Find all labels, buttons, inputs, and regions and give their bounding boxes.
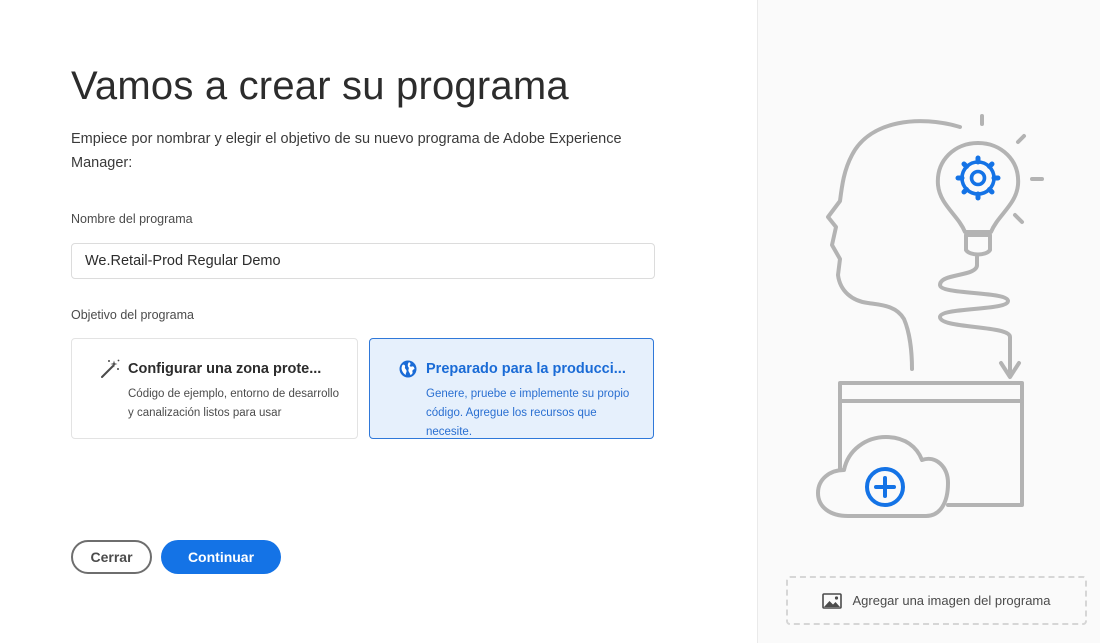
program-name-input[interactable] [71,243,655,279]
goal-option-description: Código de ejemplo, entorno de desarrollo… [128,388,339,419]
add-program-image-button[interactable]: Agregar una imagen del programa [786,576,1087,625]
page-title: Vamos a crear su programa [71,64,569,108]
continue-button[interactable]: Continuar [161,540,281,574]
goal-option-title: Configurar una zona prote... [128,361,322,377]
goal-option-description: Genere, pruebe e implemente su propio có… [426,388,630,438]
magic-wand-icon [100,359,120,379]
program-name-label: Nombre del programa [71,212,193,226]
add-image-label: Agregar una imagen del programa [852,593,1051,608]
globe-icon [398,359,418,379]
program-goal-label: Objetivo del programa [71,308,194,322]
close-button[interactable]: Cerrar [71,540,152,574]
goal-option-production[interactable]: Preparado para la producci... Genere, pr… [369,338,654,439]
page-subtitle: Empiece por nombrar y elegir el objetivo… [71,131,622,171]
head-lightbulb-cloud-illustration [816,114,1044,518]
goal-option-sandbox[interactable]: Configurar una zona prote... Código de e… [71,338,358,439]
image-icon [822,592,843,609]
goal-option-title: Preparado para la producci... [426,361,626,377]
main-panel: Vamos a crear su programa Empiece por no… [0,0,757,643]
